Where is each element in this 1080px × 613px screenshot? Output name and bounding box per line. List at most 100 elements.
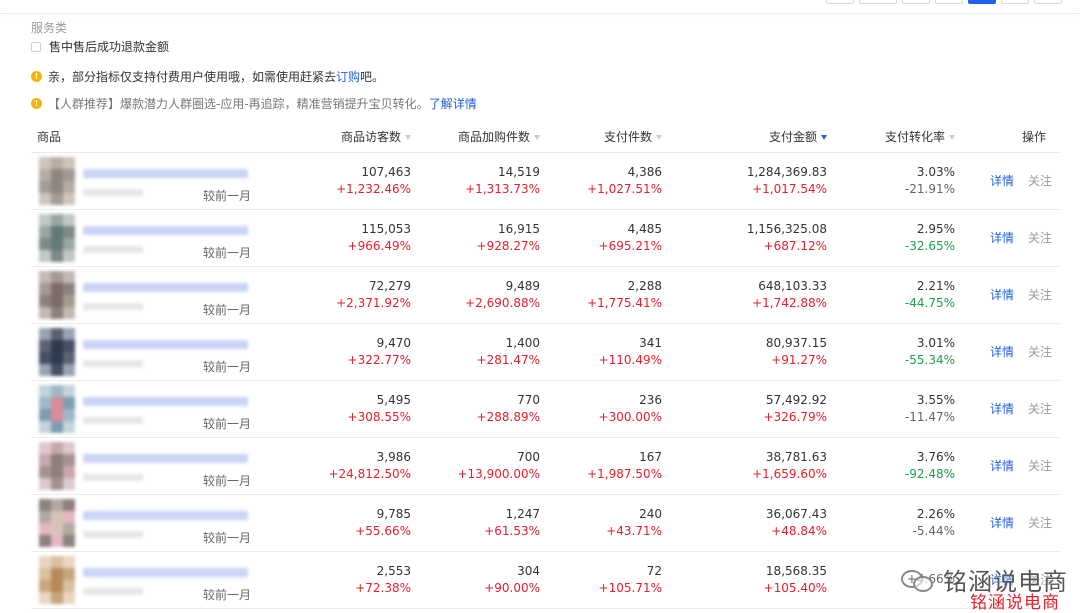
column-header-amount[interactable]: 支付金额 [668,122,833,153]
product-name-blurred[interactable] [83,225,248,235]
learn-more-link[interactable]: 了解详情 [429,95,477,112]
detail-link[interactable]: 详情 [990,459,1014,473]
conversion-change: -44.75% [904,295,955,310]
product-cell[interactable]: 较前一月 [31,152,261,210]
detail-link[interactable]: 详情 [990,288,1014,302]
conversion-value: 3.76% [916,449,955,464]
visitors-change: +322.77% [347,352,411,367]
amount-cell: 80,937.15 +91.27% [668,323,833,381]
column-header-conversion[interactable]: 支付转化率 [833,122,961,153]
checkbox-box[interactable] [31,41,41,52]
page-button[interactable] [859,0,897,4]
sort-icon[interactable] [656,135,662,141]
column-header-paid-qty[interactable]: 支付件数 [546,122,668,153]
product-thumbnail[interactable] [39,498,75,547]
product-sub-blurred [83,245,143,253]
conversion-change: -21.91% [904,181,955,196]
visitors-value: 72,279 [369,278,411,293]
sort-icon[interactable] [405,135,411,141]
page-button[interactable] [935,0,963,4]
column-header-visitors[interactable]: 商品访客数 [261,122,417,153]
product-thumbnail[interactable] [39,384,75,433]
follow-link[interactable]: 关注 [1028,573,1052,587]
page-button[interactable] [1001,0,1029,4]
detail-link[interactable]: 详情 [990,345,1014,359]
amount-change: +1,742.88% [752,295,827,310]
product-cell[interactable]: 较前一月 [31,494,261,552]
page-button[interactable] [1034,0,1062,4]
sort-desc-icon[interactable] [821,135,827,141]
follow-link[interactable]: 关注 [1028,516,1052,530]
compare-period-label: 较前一月 [202,188,251,203]
product-thumbnail[interactable] [39,213,75,262]
detail-link[interactable]: 详情 [990,516,1014,530]
follow-link[interactable]: 关注 [1028,345,1052,359]
product-cell[interactable]: 较前一月 [31,380,261,438]
visitors-cell: 9,785 +55.66% [261,494,417,552]
conversion-value: 3.01% [916,335,955,350]
paid-qty-cell: 2,288 +1,775.41% [546,266,668,324]
column-header-cart[interactable]: 商品加购件数 [417,122,546,153]
follow-link[interactable]: 关注 [1028,174,1052,188]
product-thumbnail[interactable] [39,441,75,490]
amount-value: 648,103.33 [758,278,827,293]
product-name-blurred[interactable] [83,510,248,520]
follow-link[interactable]: 关注 [1028,231,1052,245]
table-row[interactable]: 较前一月 115,053 +966.49% 16,915 +928.27% 4,… [31,209,1060,267]
detail-link[interactable]: 详情 [990,573,1014,587]
refund-amount-checkbox[interactable]: 售中售后成功退款金额 [31,38,169,55]
follow-link[interactable]: 关注 [1028,459,1052,473]
product-name-blurred[interactable] [83,339,248,349]
product-thumbnail[interactable] [39,156,75,205]
visitors-value: 115,053 [361,221,411,236]
paid-qty-change: +43.71% [606,523,662,538]
amount-cell: 38,781.63 +1,659.60% [668,437,833,495]
product-name-blurred[interactable] [83,567,248,577]
product-thumbnail[interactable] [39,270,75,319]
product-cell[interactable]: 较前一月 [31,323,261,381]
subscribe-link[interactable]: 订购 [336,68,360,85]
product-thumbnail[interactable] [39,327,75,376]
table-row[interactable]: 较前一月 107,463 +1,232.46% 14,519 +1,313.73… [31,152,1060,210]
follow-link[interactable]: 关注 [1028,288,1052,302]
checkbox-label: 售中售后成功退款金额 [49,40,170,54]
product-name-blurred[interactable] [83,168,248,178]
visitors-value: 107,463 [361,164,411,179]
visitors-change: +72.38% [355,580,411,595]
product-thumbnail[interactable] [39,555,75,604]
table-row[interactable]: 较前一月 72,279 +2,371.92% 9,489 +2,690.88% … [31,266,1060,324]
page-button[interactable] [826,0,854,4]
product-cell[interactable]: 较前一月 [31,551,261,609]
page-button[interactable] [902,0,930,4]
table-row[interactable]: 较前一月 5,495 +308.55% 770 +288.89% 236 +30… [31,380,1060,438]
conversion-value: 2.21% [916,278,955,293]
amount-change: +1,017.54% [752,181,827,196]
table-row[interactable]: 较前一月 2,553 +72.38% 304 +90.00% 72 +105.7… [31,551,1060,609]
conversion-cell: +4.66% [833,551,961,609]
detail-link[interactable]: 详情 [990,231,1014,245]
table-row[interactable]: 较前一月 3,986 +24,812.50% 700 +13,900.00% 1… [31,437,1060,495]
page-button-current[interactable] [968,0,996,4]
amount-value: 1,284,369.83 [746,164,827,179]
product-sub-blurred [83,587,143,595]
table-row[interactable]: 较前一月 9,785 +55.66% 1,247 +61.53% 240 +43… [31,494,1060,552]
visitors-change: +24,812.50% [328,466,411,481]
paid-qty-change: +1,987.50% [587,466,662,481]
product-cell[interactable]: 较前一月 [31,437,261,495]
conversion-change: -32.65% [904,238,955,253]
product-name-blurred[interactable] [83,453,248,463]
sort-icon[interactable] [949,135,955,141]
product-name-blurred[interactable] [83,396,248,406]
paid-qty-value: 236 [639,392,662,407]
cart-cell: 700 +13,900.00% [417,437,546,495]
table-row[interactable]: 较前一月 9,470 +322.77% 1,400 +281.47% 341 +… [31,323,1060,381]
sort-icon[interactable] [534,135,540,141]
product-name-blurred[interactable] [83,282,248,292]
detail-link[interactable]: 详情 [990,174,1014,188]
paid-qty-value: 4,386 [627,164,662,179]
follow-link[interactable]: 关注 [1028,402,1052,416]
detail-link[interactable]: 详情 [990,402,1014,416]
conversion-cell: 2.26% -5.44% [833,494,961,552]
product-cell[interactable]: 较前一月 [31,266,261,324]
product-cell[interactable]: 较前一月 [31,209,261,267]
